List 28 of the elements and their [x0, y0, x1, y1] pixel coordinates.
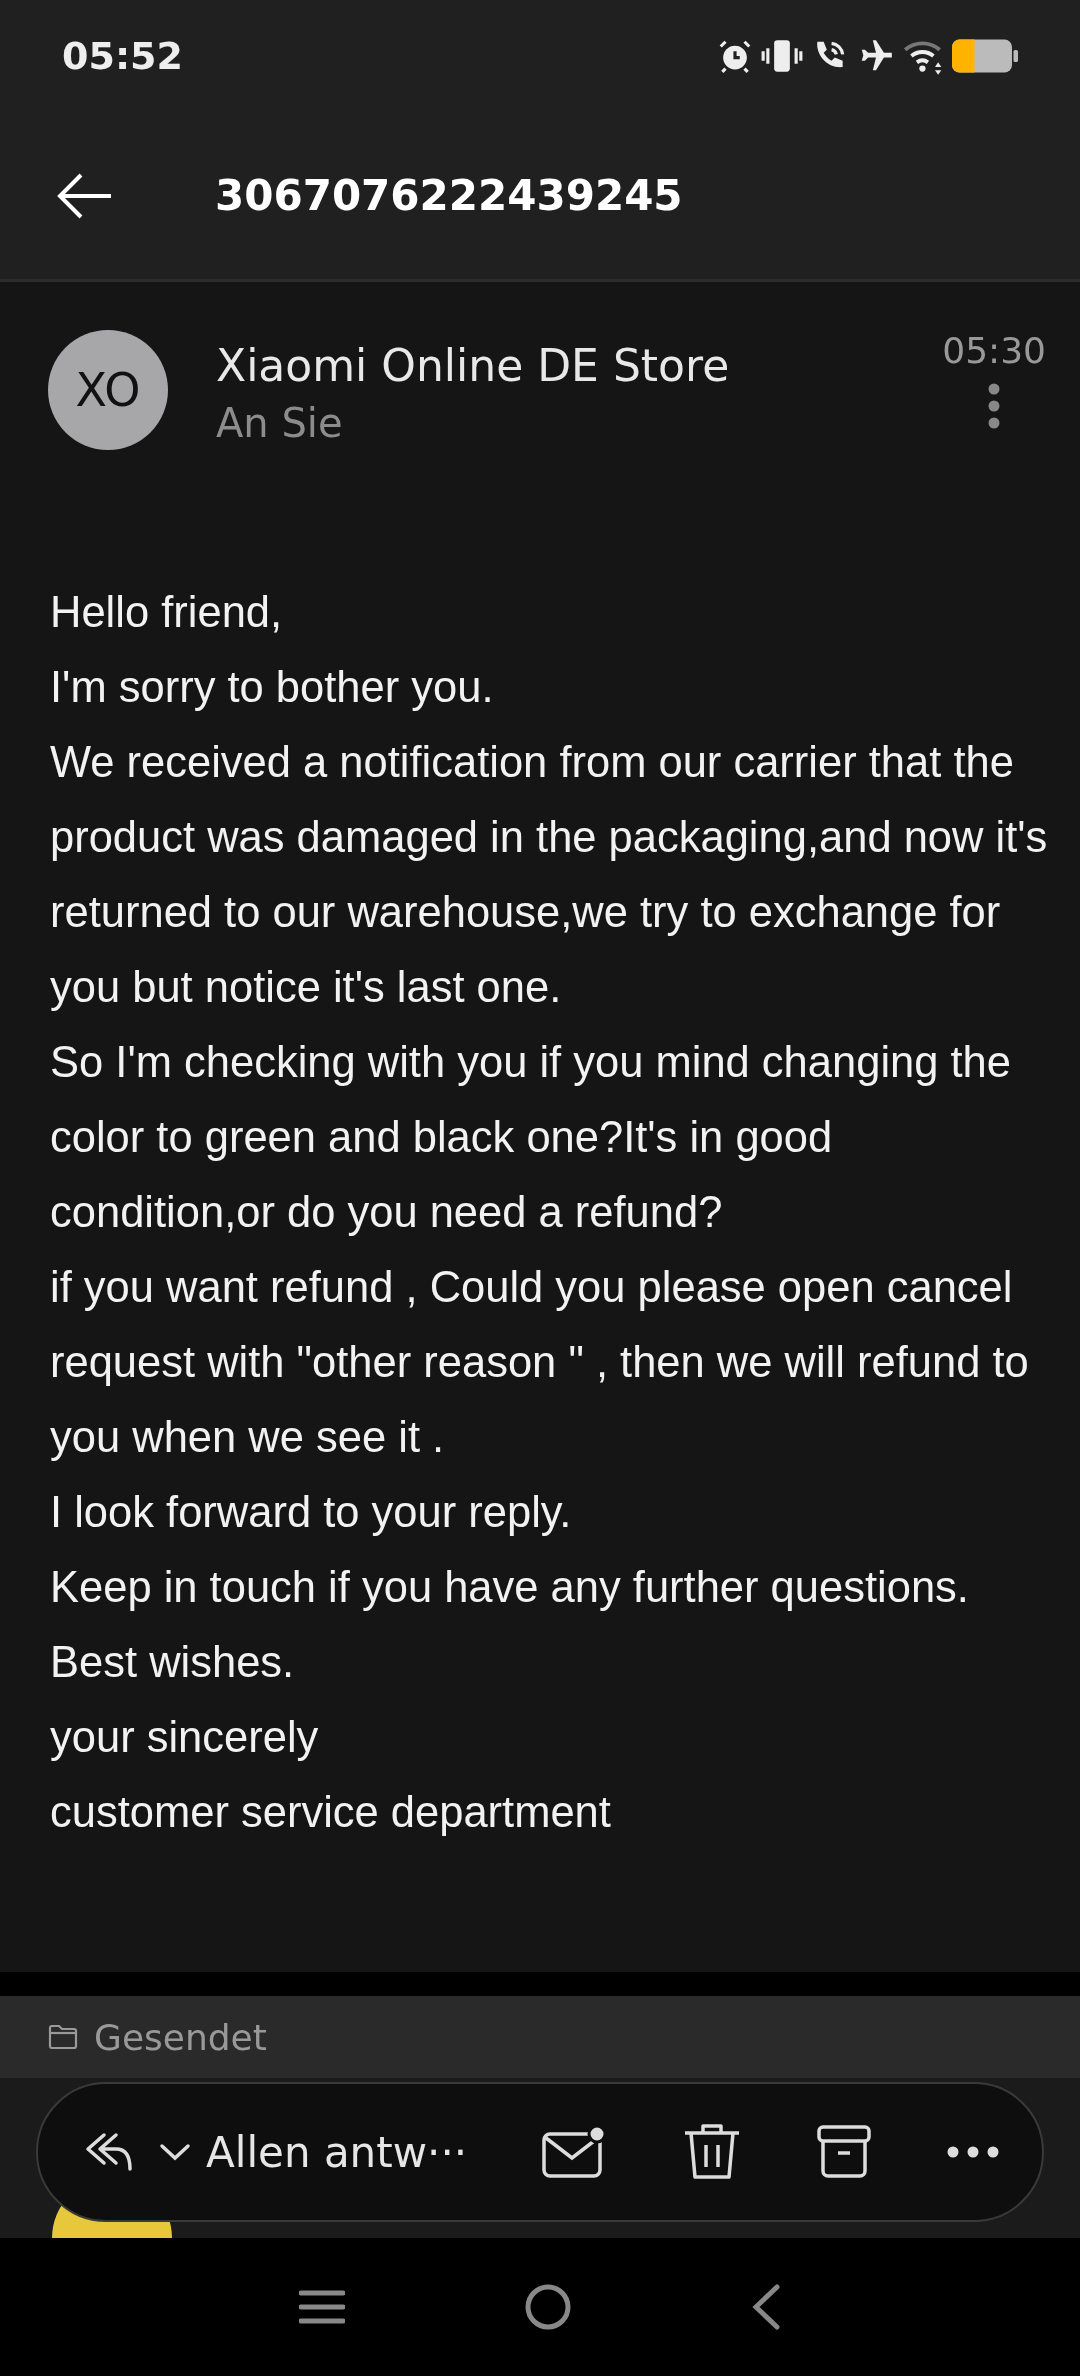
- body-paragraph: customer service department: [50, 1787, 612, 1838]
- menu-icon[interactable]: [299, 2289, 346, 2325]
- folder-label: Gesendet: [94, 2016, 267, 2058]
- archive-icon[interactable]: [816, 2124, 873, 2180]
- more-icon[interactable]: [946, 2145, 1000, 2159]
- body-paragraph: Best wishes.: [50, 1637, 296, 1688]
- body-paragraph: So I'm checking with you if you mind changing the color to green and black one?It's in good condition,or do you need a refund?: [50, 1037, 1012, 1238]
- sender-name: Xiaomi Online DE Store: [216, 339, 731, 393]
- body-paragraph: I look forward to your reply.: [50, 1487, 573, 1538]
- sender-avatar: XO: [48, 330, 168, 450]
- vibrate-icon: [760, 37, 804, 75]
- message-time: 05:30: [942, 330, 1046, 371]
- status-time: 05:52: [62, 34, 183, 78]
- body-paragraph: I'm sorry to bother you.: [50, 662, 495, 713]
- recipient-label: An Sie: [216, 399, 344, 448]
- body-paragraph: We received a notification from our carrier that the product was damaged in the packaging,and now it's returned to our warehouse,we try to exchange for you but notice it's last one.: [50, 737, 1049, 1013]
- back-icon[interactable]: [750, 2284, 781, 2330]
- reply-all-button[interactable]: Allen antw···: [82, 2127, 468, 2177]
- caret-icon: [158, 2142, 192, 2162]
- body-paragraph: if you want refund , Could you please open cancel request with "other reason " , then we will refund to you when we see it .: [50, 1262, 1030, 1463]
- folder-icon: [48, 2024, 78, 2050]
- message-subject: 3067076222439245: [215, 171, 683, 220]
- battery-icon: [952, 38, 1018, 74]
- mail-icon[interactable]: [540, 2124, 607, 2180]
- home-icon[interactable]: [524, 2283, 572, 2331]
- body-paragraph: Keep in touch if you have any further questions.: [50, 1562, 970, 1613]
- body-paragraph: Hello friend,: [50, 587, 284, 638]
- body-paragraph: your sincerely: [50, 1712, 320, 1763]
